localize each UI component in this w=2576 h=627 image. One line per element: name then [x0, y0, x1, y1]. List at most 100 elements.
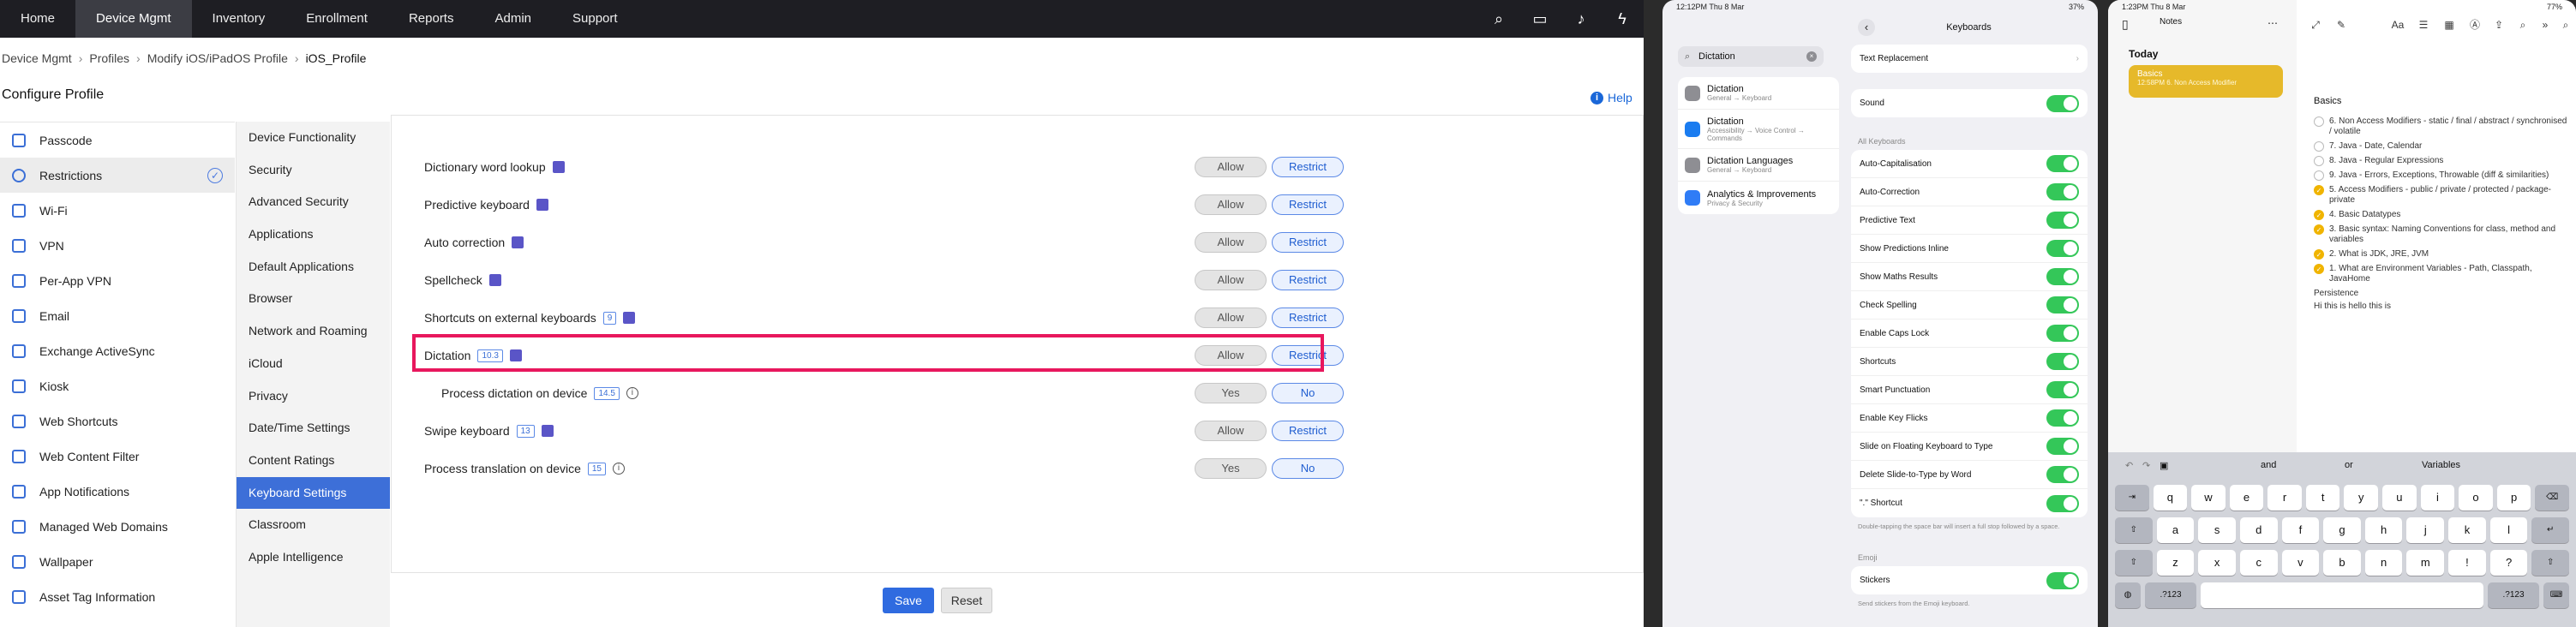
search-result[interactable]: Dictation Accessibility → Voice Control →… [1678, 110, 1839, 149]
payload-per-app-vpn[interactable]: Per-App VPN [0, 263, 235, 298]
search-icon[interactable]: ⌕ [2559, 19, 2573, 31]
category-apple-intelligence[interactable]: Apple Intelligence [237, 541, 390, 574]
setting-toggle[interactable] [2046, 381, 2079, 398]
shift-key-right[interactable]: ⇧ [2531, 550, 2570, 576]
setting-toggle[interactable] [2046, 466, 2079, 483]
allow-button[interactable]: Allow [1195, 421, 1267, 441]
key[interactable]: x [2198, 550, 2236, 576]
checked-icon[interactable]: ✓ [2314, 264, 2324, 274]
checklist-item[interactable]: 6. Non Access Modifiers - static / final… [2314, 116, 2571, 137]
checked-icon[interactable]: ✓ [2314, 210, 2324, 220]
setting-toggle[interactable] [2046, 296, 2079, 314]
key[interactable]: a [2156, 517, 2195, 543]
payload-web-shortcuts[interactable]: Web Shortcuts [0, 403, 235, 439]
breadcrumb-modify-profile[interactable]: Modify iOS/iPadOS Profile [147, 51, 288, 65]
checklist-item[interactable]: 9. Java - Errors, Exceptions, Throwable … [2314, 170, 2571, 181]
payload-wifi[interactable]: Wi-Fi [0, 193, 235, 228]
search-result[interactable]: Dictation Languages General → Keyboard [1678, 149, 1839, 182]
key[interactable]: z [2156, 550, 2195, 576]
setting-toggle[interactable] [2046, 155, 2079, 172]
category-applications[interactable]: Applications [237, 218, 390, 251]
allow-button[interactable]: Allow [1195, 232, 1267, 253]
allow-button[interactable]: Allow [1195, 194, 1267, 215]
key[interactable]: t [2305, 485, 2340, 511]
key[interactable]: p [2496, 485, 2531, 511]
paste-icon[interactable]: ▣ [2160, 460, 2168, 471]
key[interactable]: l [2489, 517, 2528, 543]
setting-toggle[interactable] [2046, 438, 2079, 455]
category-device-functionality[interactable]: Device Functionality [237, 122, 390, 154]
checklist-item[interactable]: ✓ 4. Basic Datatypes [2314, 210, 2571, 220]
search-result[interactable]: Dictation General → Keyboard [1678, 77, 1839, 110]
stickers-toggle[interactable] [2046, 571, 2079, 589]
breadcrumb-device-mgmt[interactable]: Device Mgmt [2, 51, 72, 65]
table-icon[interactable]: ▦ [2442, 19, 2456, 31]
allow-button[interactable]: Allow [1195, 270, 1267, 290]
payload-managed-web-domains[interactable]: Managed Web Domains [0, 509, 235, 544]
suggestion[interactable]: and [2261, 460, 2276, 470]
search-result[interactable]: Analytics & Improvements Privacy & Securi… [1678, 182, 1839, 214]
shift-key[interactable]: ⇧ [2115, 550, 2153, 576]
space-bar[interactable] [2201, 582, 2483, 608]
key[interactable]: d [2239, 517, 2278, 543]
key[interactable]: q [2153, 485, 2188, 511]
category-security[interactable]: Security [237, 154, 390, 187]
globe-icon[interactable]: ◍ [2115, 582, 2141, 608]
category-privacy[interactable]: Privacy [237, 380, 390, 413]
more-icon[interactable]: ⋯ [2267, 17, 2278, 29]
category-network-roaming[interactable]: Network and Roaming [237, 315, 390, 348]
key[interactable]: i [2420, 485, 2455, 511]
restrict-button[interactable]: Restrict [1272, 308, 1344, 328]
key[interactable]: u [2382, 485, 2417, 511]
key[interactable]: b [2323, 550, 2361, 576]
return-key[interactable]: ↵ [2531, 517, 2570, 543]
save-button[interactable]: Save [883, 588, 934, 613]
checkbox-icon[interactable] [2314, 156, 2324, 166]
setting-toggle[interactable] [2046, 409, 2079, 427]
key[interactable]: k [2448, 517, 2486, 543]
payload-email[interactable]: Email [0, 298, 235, 333]
setting-toggle[interactable] [2046, 268, 2079, 285]
category-browser[interactable]: Browser [237, 283, 390, 315]
share-icon[interactable]: ⇪ [2492, 19, 2506, 31]
settings-search-field[interactable]: ⌕ Dictation × [1678, 46, 1824, 67]
video-icon[interactable]: ▭ [1531, 9, 1549, 28]
restrict-button[interactable]: Restrict [1272, 270, 1344, 290]
setting-toggle[interactable] [2046, 494, 2079, 512]
keyboard-dismiss-icon[interactable]: ⌨ [2543, 582, 2569, 608]
shift-key[interactable]: ⇧ [2115, 517, 2153, 543]
restrict-button[interactable]: Restrict [1272, 194, 1344, 215]
sound-toggle[interactable] [2046, 94, 2079, 112]
format-icon[interactable]: Aa [2391, 19, 2405, 31]
delete-key[interactable]: ⌫ [2535, 485, 2569, 511]
key[interactable]: j [2406, 517, 2445, 543]
redo-icon[interactable]: ↷ [2142, 460, 2150, 471]
setting-toggle[interactable] [2046, 183, 2079, 200]
compose-icon[interactable]: ✎ [2334, 19, 2348, 31]
no-button[interactable]: No [1272, 458, 1344, 479]
tab-key[interactable]: ⇥ [2115, 485, 2149, 511]
reset-button[interactable]: Reset [941, 588, 992, 613]
nav-support[interactable]: Support [552, 0, 638, 38]
payload-passcode[interactable]: Passcode [0, 122, 235, 158]
category-keyboard-settings[interactable]: Keyboard Settings [237, 476, 390, 510]
key[interactable]: e [2229, 485, 2264, 511]
payload-app-notifications[interactable]: App Notifications [0, 474, 235, 509]
text-replacement-row[interactable]: Text Replacement › [1851, 45, 2088, 73]
nav-reports[interactable]: Reports [388, 0, 475, 38]
restrict-button[interactable]: Restrict [1272, 232, 1344, 253]
category-icloud[interactable]: iCloud [237, 348, 390, 380]
allow-button[interactable]: Allow [1195, 308, 1267, 328]
key[interactable]: ! [2448, 550, 2486, 576]
checklist-icon[interactable]: ☰ [2417, 19, 2430, 31]
checklist-item[interactable]: 7. Java - Date, Calendar [2314, 141, 2571, 152]
key[interactable]: r [2267, 485, 2302, 511]
key[interactable]: m [2406, 550, 2445, 576]
bell-icon[interactable]: ♪ [1572, 9, 1591, 28]
suggestion[interactable]: or [2345, 460, 2353, 470]
setting-toggle[interactable] [2046, 325, 2079, 342]
payload-wallpaper[interactable]: Wallpaper [0, 544, 235, 579]
payload-asset-tag[interactable]: Asset Tag Information [0, 579, 235, 614]
checked-icon[interactable]: ✓ [2314, 249, 2324, 260]
search-icon[interactable]: ⌕ [1489, 9, 1508, 28]
